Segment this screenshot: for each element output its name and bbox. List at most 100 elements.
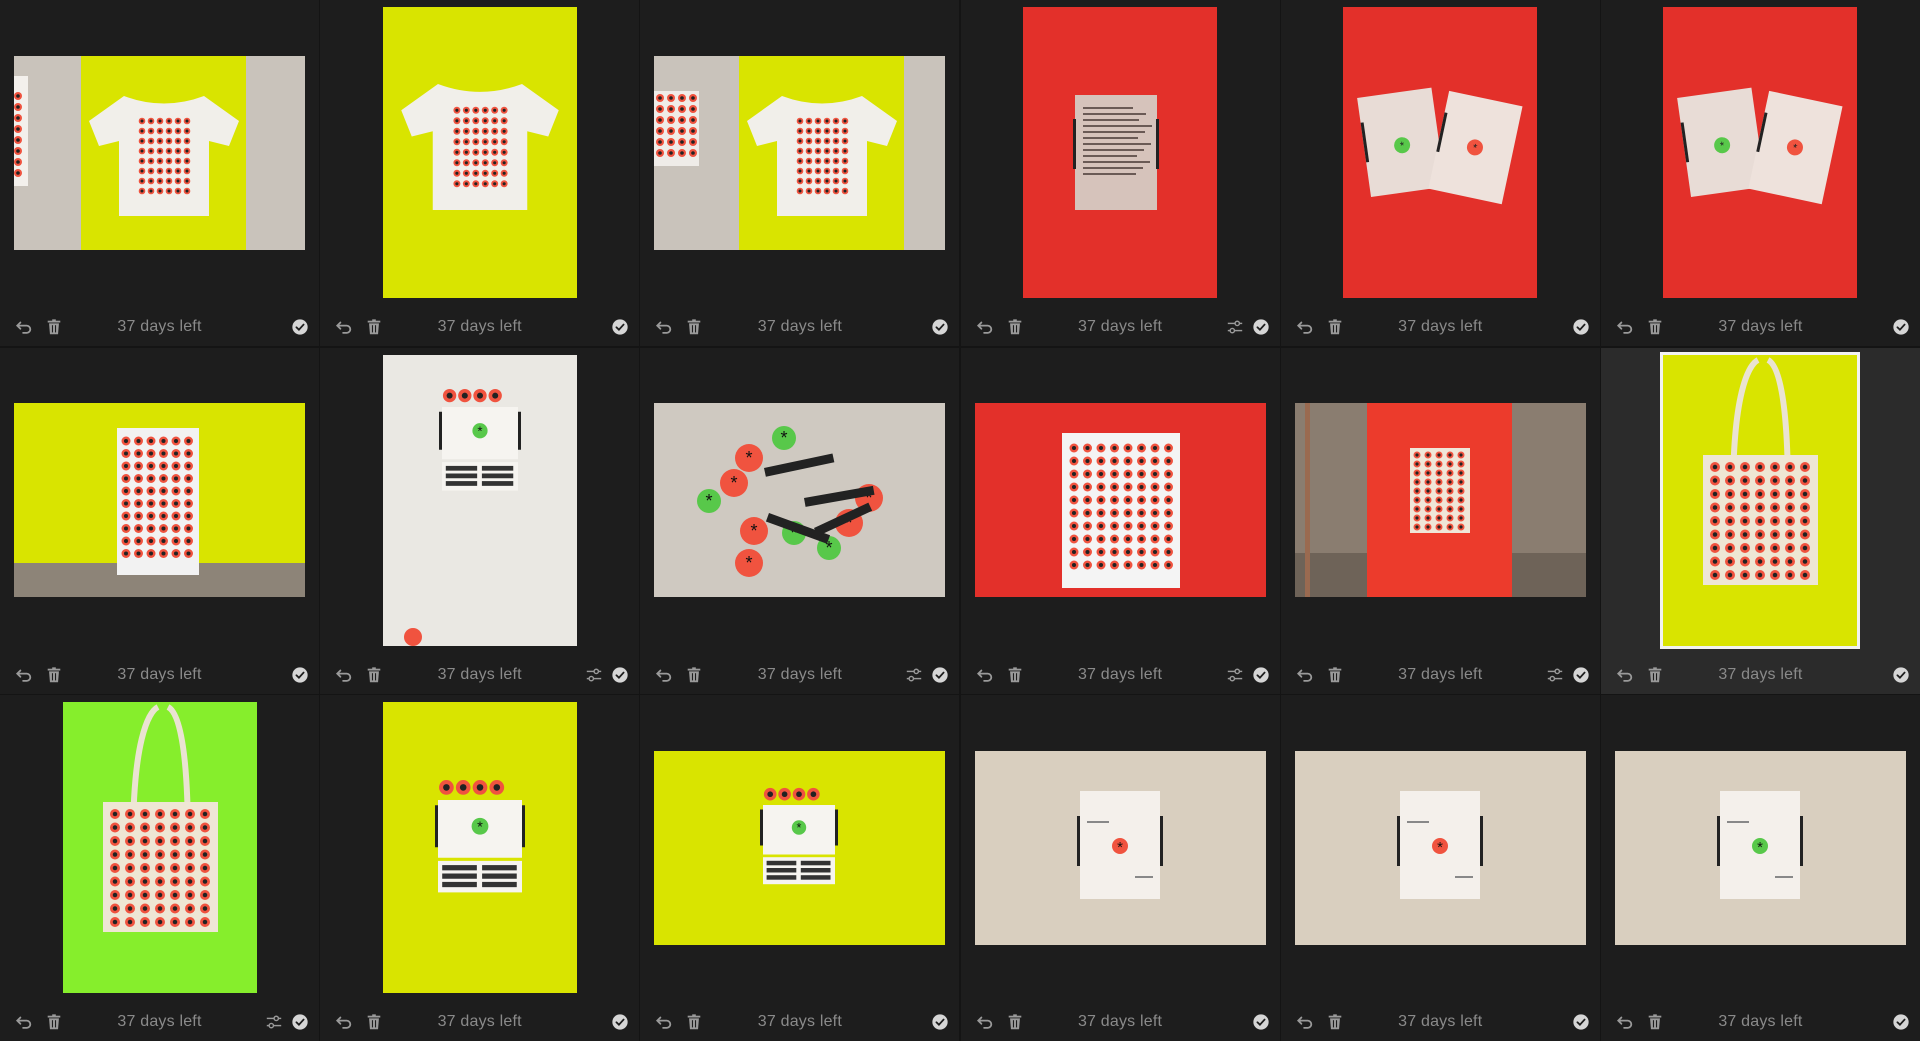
photo-thumbnail[interactable]: * xyxy=(382,354,577,646)
svg-text:*: * xyxy=(731,473,738,493)
photo-thumbnail[interactable]: * xyxy=(382,702,577,993)
svg-text:*: * xyxy=(1117,839,1123,856)
days-left-label: 37 days left xyxy=(757,318,842,335)
photo-cell[interactable]: 37 days left xyxy=(1600,347,1920,694)
check-circle-icon[interactable] xyxy=(1571,1012,1591,1032)
photo-cell[interactable]: * * 37 days left xyxy=(1600,0,1920,346)
photo-thumbnail[interactable] xyxy=(14,55,305,250)
photo-actions-bar: 37 days left xyxy=(320,653,639,694)
photo-actions-bar: 37 days left xyxy=(961,305,1280,346)
check-circle-icon[interactable] xyxy=(1891,317,1911,337)
photo-actions-bar: 37 days left xyxy=(0,305,319,346)
thumbnail-area xyxy=(961,348,1280,653)
photo-cell[interactable]: * 37 days left xyxy=(640,695,960,1041)
photo-thumbnail[interactable]: * xyxy=(1614,750,1906,945)
adjust-sliders-icon[interactable] xyxy=(1225,665,1245,685)
thumbnail-area: * xyxy=(640,695,959,1000)
check-circle-icon[interactable] xyxy=(290,1012,310,1032)
days-left-label: 37 days left xyxy=(757,1013,842,1030)
check-circle-icon[interactable] xyxy=(930,1012,950,1032)
photo-thumbnail[interactable] xyxy=(382,7,577,298)
check-circle-icon[interactable] xyxy=(930,317,950,337)
svg-text:*: * xyxy=(477,820,483,836)
thumbnail-area xyxy=(1601,348,1920,653)
check-circle-icon[interactable] xyxy=(1251,665,1271,685)
thumbnail-area xyxy=(320,0,639,305)
photo-cell[interactable]: * 37 days left xyxy=(1280,695,1600,1041)
photo-thumbnail[interactable] xyxy=(1294,403,1586,597)
days-left-label: 37 days left xyxy=(1398,318,1483,335)
photo-cell[interactable]: * * 37 days left xyxy=(1280,0,1600,346)
photo-cell[interactable]: * 37 days left xyxy=(1600,695,1920,1041)
photo-thumbnail[interactable] xyxy=(654,55,946,250)
days-left-label: 37 days left xyxy=(1718,665,1803,683)
photo-actions-bar: 37 days left xyxy=(1281,305,1600,346)
check-circle-icon[interactable] xyxy=(290,317,310,337)
adjust-sliders-icon[interactable] xyxy=(264,1012,284,1032)
thumbnail-area xyxy=(640,0,959,305)
photo-cell[interactable]: * 37 days left xyxy=(960,695,1280,1041)
photo-thumbnail[interactable] xyxy=(1023,7,1218,298)
photo-thumbnail[interactable]: * * * * * * * * * * xyxy=(654,403,946,597)
check-circle-icon[interactable] xyxy=(610,1012,630,1032)
photo-actions-bar: 37 days left xyxy=(1601,653,1920,694)
thumbnail-area: * * * * * * * * * * xyxy=(640,348,959,653)
photo-actions-bar: 37 days left xyxy=(961,653,1280,694)
adjust-sliders-icon[interactable] xyxy=(1545,665,1565,685)
thumbnail-area xyxy=(0,0,319,305)
photo-actions-bar: 37 days left xyxy=(1601,305,1920,346)
photo-actions-bar: 37 days left xyxy=(640,1000,959,1041)
check-circle-icon[interactable] xyxy=(1891,1012,1911,1032)
days-left-label: 37 days left xyxy=(1077,1013,1163,1030)
photo-cell[interactable]: 37 days left xyxy=(320,0,640,346)
svg-text:*: * xyxy=(746,553,753,573)
check-circle-icon[interactable] xyxy=(1251,317,1271,337)
check-circle-icon[interactable] xyxy=(1891,665,1911,685)
svg-text:*: * xyxy=(797,821,802,835)
photo-thumbnail[interactable]: * * xyxy=(1663,7,1858,298)
photo-thumbnail[interactable]: * xyxy=(654,750,946,945)
photo-thumbnail[interactable] xyxy=(1660,351,1861,649)
adjust-sliders-icon[interactable] xyxy=(1225,317,1245,337)
photo-actions-bar: 37 days left xyxy=(0,653,319,694)
photo-cell[interactable]: 37 days left xyxy=(640,0,960,346)
days-left-label: 37 days left xyxy=(117,318,202,335)
photo-actions-bar: 37 days left xyxy=(1281,653,1600,694)
photo-thumbnail[interactable] xyxy=(62,702,257,993)
photo-actions-bar: 37 days left xyxy=(640,305,959,346)
days-left-label: 37 days left xyxy=(437,318,522,335)
svg-text:*: * xyxy=(746,448,753,468)
svg-text:*: * xyxy=(781,428,788,448)
photo-cell[interactable]: 37 days left xyxy=(0,347,319,694)
check-circle-icon[interactable] xyxy=(610,665,630,685)
photo-cell[interactable]: 37 days left xyxy=(0,695,319,1041)
check-circle-icon[interactable] xyxy=(1571,665,1591,685)
thumbnail-area: * xyxy=(961,695,1280,1000)
photo-cell[interactable]: * * * * * * * * * * 37 days left xyxy=(640,347,960,694)
photo-grid: 37 days left 37 days left 37 days left 37 d… xyxy=(0,0,1920,1041)
thumbnail-area: * xyxy=(1281,695,1600,1000)
photo-thumbnail[interactable]: * xyxy=(1294,750,1586,945)
check-circle-icon[interactable] xyxy=(610,317,630,337)
adjust-sliders-icon[interactable] xyxy=(584,665,604,685)
thumbnail-area xyxy=(1281,348,1600,653)
photo-thumbnail[interactable] xyxy=(974,403,1266,597)
photo-actions-bar: 37 days left xyxy=(1601,1000,1920,1041)
photo-cell[interactable]: 37 days left xyxy=(1280,347,1600,694)
check-circle-icon[interactable] xyxy=(1251,1012,1271,1032)
check-circle-icon[interactable] xyxy=(1571,317,1591,337)
photo-thumbnail[interactable]: * xyxy=(974,750,1266,945)
photo-actions-bar: 37 days left xyxy=(320,1000,639,1041)
thumbnail-area xyxy=(0,348,319,653)
photo-cell[interactable]: 37 days left xyxy=(0,0,319,346)
photo-cell[interactable]: * 37 days left xyxy=(320,695,640,1041)
adjust-sliders-icon[interactable] xyxy=(904,665,924,685)
check-circle-icon[interactable] xyxy=(290,665,310,685)
check-circle-icon[interactable] xyxy=(930,665,950,685)
photo-thumbnail[interactable] xyxy=(14,403,305,597)
photo-cell[interactable]: 37 days left xyxy=(960,347,1280,694)
photo-cell[interactable]: 37 days left xyxy=(960,0,1280,346)
photo-cell[interactable]: * 37 days left xyxy=(320,347,640,694)
photo-thumbnail[interactable]: * * xyxy=(1343,7,1538,298)
days-left-label: 37 days left xyxy=(1718,318,1803,335)
